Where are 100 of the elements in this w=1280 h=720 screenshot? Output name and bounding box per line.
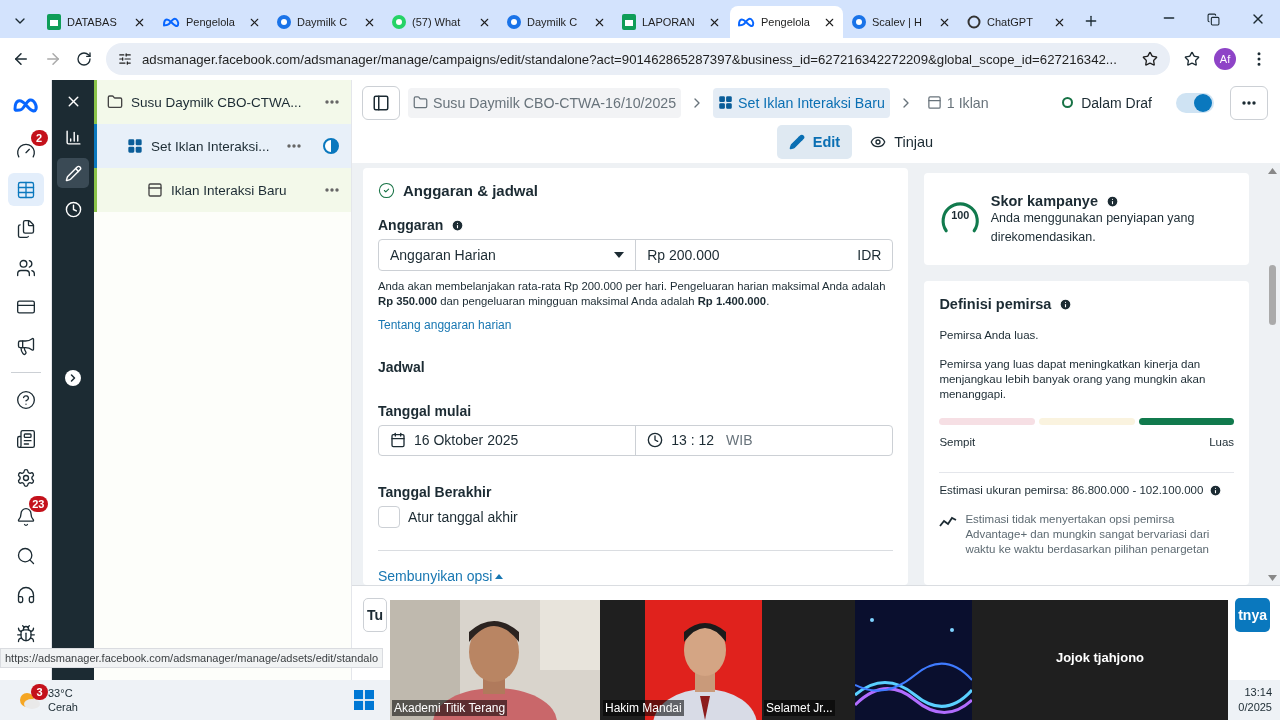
documents-icon xyxy=(15,218,36,239)
view-tab[interactable]: Tinjau xyxy=(858,125,946,159)
browser-tab[interactable]: Pengelola xyxy=(730,6,843,38)
scrollbar-thumb[interactable] xyxy=(1269,264,1277,325)
participant-name: Selamet Jr... xyxy=(764,700,835,716)
toggle-switch[interactable] xyxy=(1176,92,1214,113)
site-logo-icon xyxy=(507,15,521,29)
pencil-icon xyxy=(788,134,805,150)
browser-tab[interactable]: Daymilk C xyxy=(500,6,613,38)
meter-min-label: Sempit xyxy=(939,435,976,450)
site-settings-icon[interactable] xyxy=(118,52,132,66)
ad-frame-icon xyxy=(147,182,163,198)
notification-badge: 3 xyxy=(31,684,48,700)
clock-icon xyxy=(64,200,82,218)
notification-badge: 2 xyxy=(30,130,48,146)
more-icon xyxy=(1242,100,1256,105)
score-text: Anda menggunakan penyiapan yang direkomendasikan. xyxy=(990,210,1196,246)
browser-tab[interactable]: Daymilk C xyxy=(270,6,383,38)
headset-icon xyxy=(15,584,36,605)
reload-icon[interactable] xyxy=(76,51,92,67)
breadcrumb-link[interactable]: Set Iklan Interaksi Baru xyxy=(713,87,890,118)
site-logo-icon xyxy=(852,15,866,29)
profile-avatar[interactable]: Af xyxy=(1214,48,1236,70)
budget-description: Anda akan membelanjakan rata-rata Rp 200.000 per hari. Pengeluaran harian maksimal Anda adalah Rp 350.000 dan pengeluaran mingguan maksimal Anda adalah Rp 1.400.000. xyxy=(378,278,887,309)
breadcrumb-link[interactable]: 1 Iklan xyxy=(921,87,994,118)
browser-tab[interactable]: (57) What xyxy=(385,6,498,38)
audience-summary: Pemirsa Anda luas. xyxy=(939,328,1040,343)
browser-tab[interactable]: LAPORAN xyxy=(615,6,728,38)
tree-item[interactable]: Iklan Interaksi Baru xyxy=(94,168,351,212)
scroll-down-icon[interactable] xyxy=(1268,575,1278,581)
newspaper-icon xyxy=(15,428,36,449)
notification-badge: 23 xyxy=(29,496,48,512)
folder-icon xyxy=(107,94,123,110)
back-icon[interactable] xyxy=(12,50,30,68)
more-icon[interactable] xyxy=(325,188,339,192)
audience-text: Pemirsa yang luas dapat meningkatkan kinerja dan menjangkau lebih banyak orang yang mungkin akan menanggapi. xyxy=(939,357,1207,402)
breadcrumb-link[interactable]: Susu Daymilk CBO-CTWA-16/10/2025 xyxy=(408,87,682,118)
tree-item[interactable]: Susu Daymilk CBO-CTWA... xyxy=(94,80,351,124)
check-circle-icon xyxy=(378,182,395,199)
spreadsheet-icon xyxy=(47,14,61,30)
field-label: Tanggal Berakhir xyxy=(378,484,492,500)
windows-logo-icon[interactable] xyxy=(353,690,374,710)
bug-icon xyxy=(15,623,36,644)
more-icon[interactable] xyxy=(287,144,301,148)
more-button[interactable] xyxy=(1230,85,1268,120)
ad-frame-icon xyxy=(926,95,942,110)
status-label: Dalam Draf xyxy=(1062,94,1152,111)
meta-logo-icon xyxy=(162,16,180,28)
status-url: https://adsmanager.facebook.com/adsmanager/manage/adsets/edit/standalo xyxy=(0,648,383,668)
checkbox-label: Atur tanggal akhir xyxy=(408,509,518,525)
chatgpt-logo-icon xyxy=(967,15,981,29)
half-circle-icon xyxy=(323,138,339,154)
panel-icon xyxy=(372,93,390,112)
audience-estimate: Estimasi ukuran pemirsa: 86.800.000 - 102.100.000 xyxy=(939,483,1204,498)
view-tab[interactable]: Edit xyxy=(776,125,853,159)
clock-time: 13:14 xyxy=(1243,685,1272,700)
next-button[interactable]: tnya xyxy=(1235,598,1270,632)
clock-date: 0/2025 xyxy=(1238,700,1272,715)
footer-button[interactable]: Tu xyxy=(363,598,388,632)
info-icon xyxy=(1106,194,1119,208)
participant-name: Akademi Titik Terang xyxy=(392,700,508,716)
search-icon xyxy=(15,545,36,566)
scroll-up-icon[interactable] xyxy=(1268,168,1278,174)
site-logo-icon xyxy=(277,15,291,29)
meta-logo-icon[interactable] xyxy=(11,96,40,114)
folder-icon xyxy=(413,95,428,110)
info-icon xyxy=(1059,298,1073,311)
hide-options-link[interactable]: Sembunyikan opsi xyxy=(378,568,504,584)
participant-name: Jojok tjahjono xyxy=(1054,650,1146,665)
bookmark-icon[interactable] xyxy=(1142,51,1158,67)
help-icon xyxy=(15,389,36,410)
table-icon xyxy=(15,179,36,200)
tree-item[interactable]: Set Iklan Interaksi... xyxy=(94,124,351,168)
section-heading: Jadwal xyxy=(378,358,425,375)
budget-help-link[interactable]: Tentang anggaran harian xyxy=(378,317,512,332)
checkbox[interactable] xyxy=(378,506,400,528)
people-icon xyxy=(15,257,36,278)
bell-icon xyxy=(15,506,36,527)
meter-max-label: Luas xyxy=(1209,435,1235,450)
expand-button[interactable] xyxy=(65,370,81,386)
info-icon xyxy=(451,218,465,232)
new-tab-icon[interactable] xyxy=(1083,13,1099,29)
more-icon[interactable] xyxy=(325,100,339,104)
browser-tab[interactable]: Scalev | H xyxy=(845,6,958,38)
browser-tab[interactable]: Pengelola xyxy=(155,6,268,38)
score-gauge: 100 xyxy=(940,193,981,239)
eye-icon xyxy=(870,134,887,150)
browser-tab[interactable]: ChatGPT xyxy=(960,6,1073,38)
restore-icon[interactable] xyxy=(1207,13,1220,26)
field-label: Anggaran xyxy=(378,217,444,233)
nav-button[interactable] xyxy=(57,158,89,188)
bar-chart-icon xyxy=(64,128,82,146)
info-icon xyxy=(1209,484,1223,497)
sidebar-toggle-button[interactable] xyxy=(362,85,400,120)
grid-icon xyxy=(718,95,734,110)
address-bar[interactable]: adsmanager.facebook.com/adsmanager/manage/campaigns/edit/standalone?act=901462865287397&business_id=627216342272209&global_scope_id=627216342... xyxy=(106,43,1170,75)
url-text: adsmanager.facebook.com/adsmanager/manage/campaigns/edit/standalone?act=901462865287397&business_id=627216342272209&global_scope_id=627216342... xyxy=(142,51,1118,67)
favorites-icon[interactable] xyxy=(1184,51,1200,67)
browser-tab[interactable]: DATABAS xyxy=(40,6,153,38)
spreadsheet-icon xyxy=(622,14,636,30)
